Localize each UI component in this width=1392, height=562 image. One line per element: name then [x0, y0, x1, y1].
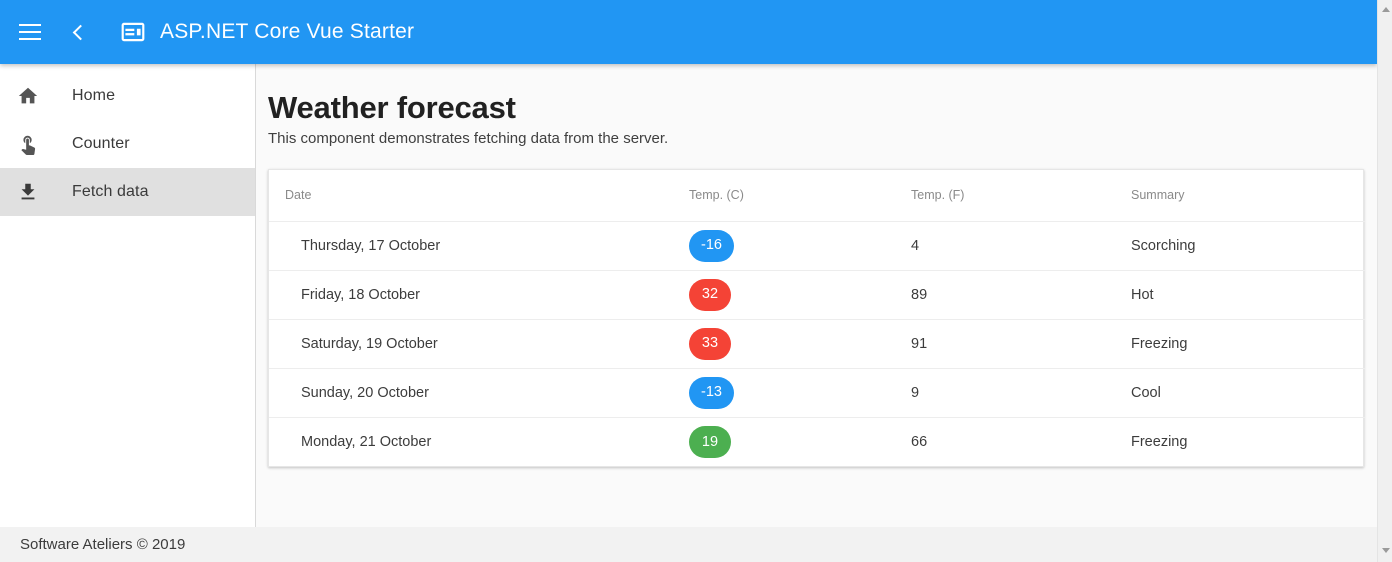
- application-window: ASP.NET Core Vue Starter Home Counter Fe…: [0, 0, 1392, 562]
- cell-date: Thursday, 17 October: [269, 221, 689, 271]
- cell-temp-f: 4: [911, 221, 1131, 271]
- main-content: Weather forecast This component demonstr…: [256, 64, 1377, 527]
- sidebar-item-counter[interactable]: Counter: [0, 120, 255, 168]
- table-header: Date Temp. (C) Temp. (F) Summary: [269, 170, 1365, 222]
- cell-temp-f: 66: [911, 433, 928, 450]
- temperature-badge: 19: [689, 425, 731, 458]
- cell-temp-f: 9: [911, 368, 1131, 418]
- page-title: Weather forecast: [268, 90, 516, 125]
- sidebar-item-label: Fetch data: [72, 183, 149, 200]
- cell-temp-c: 19: [689, 417, 911, 466]
- weather-forecast-table: Date Temp. (C) Temp. (F) Summary Thursda…: [269, 170, 1365, 466]
- temperature-badge: -13: [689, 376, 734, 409]
- cell-date: Monday, 21 October: [301, 433, 432, 450]
- triangle-down: [1381, 548, 1390, 553]
- hamburger-menu-icon: [19, 24, 41, 40]
- touch-app-icon: [16, 132, 40, 156]
- cell-summary: Freezing: [1131, 433, 1188, 450]
- download-icon: [16, 180, 40, 204]
- cell-summary: Scorching: [1131, 221, 1365, 271]
- cell-temp-f: 89: [911, 270, 1131, 320]
- table-body: Thursday, 17 October -16 4 Scorching Friday,…: [269, 221, 1365, 466]
- column-header-temp-c[interactable]: Temp. (C): [689, 170, 911, 222]
- sidebar-item-home[interactable]: Home: [0, 72, 255, 120]
- cell-temp-f: 91: [911, 319, 1131, 369]
- page-footer: Software Ateliers © 2019: [0, 527, 1377, 562]
- temperature-badge: 33: [689, 327, 731, 360]
- back-button[interactable]: [58, 12, 98, 52]
- cell-date: Friday, 18 October: [269, 270, 689, 320]
- cell-date: Saturday, 19 October: [269, 319, 689, 369]
- cell-temp-c: 33: [689, 319, 911, 369]
- temperature-badge: -16: [689, 229, 734, 262]
- vertical-scrollbar[interactable]: [1377, 0, 1392, 562]
- table-row[interactable]: Sunday, 20 October -13 9 Cool: [269, 368, 1365, 418]
- app-title: ASP.NET Core Vue Starter: [160, 20, 415, 43]
- cell-date: Sunday, 20 October: [269, 368, 689, 418]
- column-header-date[interactable]: Date: [269, 170, 689, 222]
- menu-toggle-button[interactable]: [10, 12, 50, 52]
- sidebar-item-label: Counter: [72, 135, 130, 152]
- table-row[interactable]: Saturday, 19 October 33 91 Freezing: [269, 319, 1365, 369]
- cell-temp-c: -13: [689, 368, 911, 418]
- table-row[interactable]: Thursday, 17 October -16 4 Scorching: [269, 221, 1365, 271]
- cell-summary: Freezing: [1131, 319, 1365, 369]
- cell-summary: Hot: [1131, 270, 1365, 320]
- weather-forecast-card: Date Temp. (C) Temp. (F) Summary Thursda…: [268, 169, 1365, 467]
- table-row[interactable]: Monday, 21 October 19 66 Freezing: [269, 417, 1365, 466]
- column-header-temp-f[interactable]: Temp. (F): [911, 170, 1131, 222]
- scroll-down-arrow-icon[interactable]: [1378, 543, 1392, 558]
- sidebar-navigation: Home Counter Fetch data: [0, 64, 256, 527]
- cell-temp-c: -16: [689, 221, 911, 271]
- table-row[interactable]: Friday, 18 October 32 89 Hot: [269, 270, 1365, 320]
- sidebar-item-fetch-data[interactable]: Fetch data: [0, 168, 255, 216]
- sidebar-item-label: Home: [72, 87, 116, 104]
- scroll-up-arrow-icon[interactable]: [1378, 2, 1392, 17]
- page-subtitle: This component demonstrates fetching dat…: [268, 130, 669, 147]
- triangle-up: [1381, 7, 1390, 12]
- table-header-row: Date Temp. (C) Temp. (F) Summary: [269, 170, 1365, 222]
- footer-text: Software Ateliers © 2019: [20, 536, 186, 553]
- web-asset-icon: [120, 19, 146, 45]
- temperature-badge: 32: [689, 278, 731, 311]
- home-icon: [16, 84, 40, 108]
- chevron-left-icon: [72, 24, 88, 40]
- top-app-bar: ASP.NET Core Vue Starter: [0, 0, 1377, 64]
- cell-temp-c: 32: [689, 270, 911, 320]
- column-header-summary[interactable]: Summary: [1131, 170, 1365, 222]
- cell-summary: Cool: [1131, 368, 1365, 418]
